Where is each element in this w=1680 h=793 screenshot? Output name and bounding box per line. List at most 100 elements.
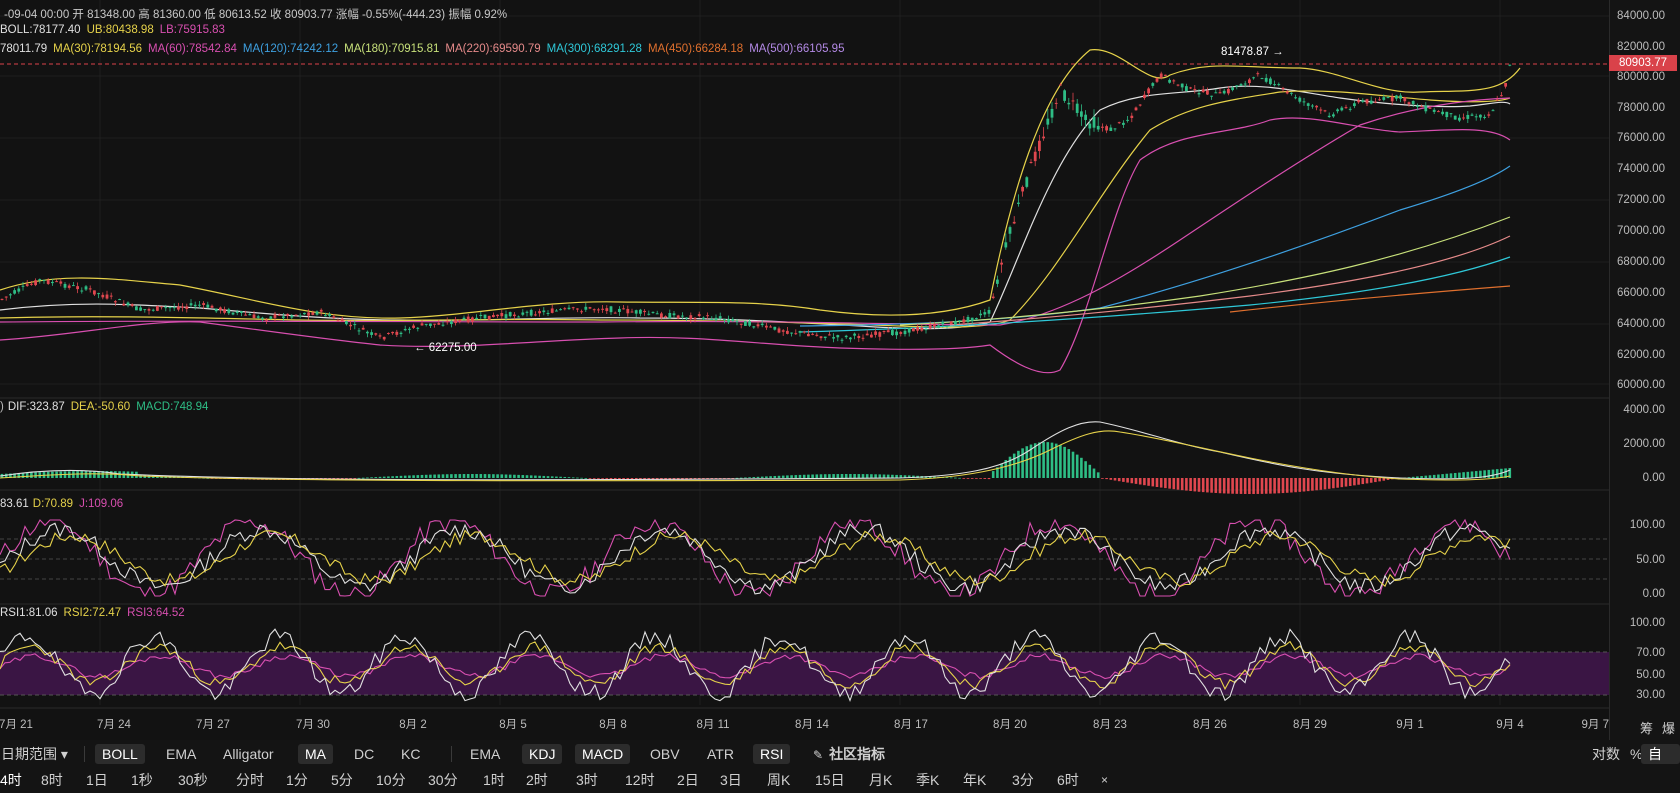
candle-body bbox=[458, 319, 462, 322]
macd-bar bbox=[1378, 478, 1381, 482]
interval-30秒[interactable]: 30秒 bbox=[178, 770, 208, 790]
candle-body bbox=[424, 323, 428, 325]
candle-body bbox=[1227, 88, 1230, 94]
interval-30分[interactable]: 30分 bbox=[428, 770, 458, 790]
interval-3日[interactable]: 3日 bbox=[720, 770, 742, 790]
interval-月K[interactable]: 月K bbox=[869, 770, 892, 790]
auto-scale-toggle[interactable]: 自动 bbox=[1641, 744, 1680, 782]
indicator-ma[interactable]: MA bbox=[298, 744, 333, 764]
ma-legend-item: MA(120):74242.12 bbox=[242, 43, 339, 55]
candle-body bbox=[1378, 99, 1381, 101]
indicator-ema-main[interactable]: EMA bbox=[159, 744, 203, 764]
candle-body bbox=[273, 314, 277, 318]
macd-bar bbox=[500, 474, 504, 478]
candle-body bbox=[1042, 136, 1045, 139]
interval-3分[interactable]: 3分 bbox=[1012, 770, 1034, 790]
interval-1时[interactable]: 1时 bbox=[483, 770, 505, 790]
interval-3时[interactable]: 3时 bbox=[576, 770, 598, 790]
macd-bar bbox=[987, 478, 991, 480]
candle-body bbox=[1176, 84, 1180, 86]
ma-legend-item: MA(180):70915.81 bbox=[344, 43, 440, 55]
indicator-atr[interactable]: ATR bbox=[700, 744, 741, 764]
indicator-dc[interactable]: DC bbox=[347, 744, 381, 764]
candle-body bbox=[1277, 84, 1281, 86]
close-icon[interactable]: × bbox=[1101, 770, 1108, 790]
interval-季K[interactable]: 季K bbox=[916, 770, 939, 790]
macd-bar bbox=[1201, 478, 1205, 493]
axis-tick-label: 82000.00 bbox=[1617, 41, 1665, 53]
indicator-kdj[interactable]: KDJ bbox=[522, 744, 563, 764]
axis-tick-label: 100.00 bbox=[1629, 617, 1665, 629]
indicator-macd[interactable]: MACD bbox=[575, 744, 631, 764]
candle-body bbox=[580, 311, 583, 313]
community-indicators-button[interactable]: ✎ 社区指标 bbox=[806, 744, 892, 764]
indicator-kc[interactable]: KC bbox=[394, 744, 427, 764]
candle-body bbox=[685, 317, 688, 319]
candle-body bbox=[214, 308, 218, 312]
date-range-button[interactable]: 日期范围 ▾ bbox=[0, 744, 75, 764]
interval-6时[interactable]: 6时 bbox=[1057, 770, 1079, 790]
interval-toolbar: 4时 8时 1日 1秒 30秒 分时 1分 5分 10分 30分 1时 2时 3时 12时 2日 3日 周K 15… bbox=[0, 767, 1680, 793]
interval-1秒[interactable]: 1秒 bbox=[131, 770, 153, 790]
macd-bar bbox=[1269, 478, 1272, 494]
candle-body bbox=[328, 314, 331, 316]
macd-bar bbox=[1428, 475, 1432, 478]
macd-bar bbox=[1348, 478, 1352, 486]
candle-body bbox=[378, 335, 382, 337]
price-chart[interactable] bbox=[0, 0, 1609, 710]
macd-bar bbox=[1206, 478, 1209, 493]
indicator-alligator[interactable]: Alligator bbox=[216, 744, 281, 764]
interval-15日[interactable]: 15日 bbox=[815, 770, 845, 790]
candle-body bbox=[1054, 102, 1058, 104]
interval-1日[interactable]: 1日 bbox=[86, 770, 108, 790]
interval-2日[interactable]: 2日 bbox=[677, 770, 699, 790]
candle-body bbox=[1500, 95, 1503, 97]
candle-body bbox=[223, 309, 226, 313]
candle-body bbox=[105, 294, 109, 299]
interval-10分[interactable]: 10分 bbox=[376, 770, 406, 790]
chip-distribution-tab[interactable]: 筹 bbox=[1640, 718, 1653, 737]
macd-bar bbox=[1134, 478, 1138, 484]
macd-bar bbox=[790, 475, 793, 478]
candle-body bbox=[101, 294, 105, 298]
indicator-obv[interactable]: OBV bbox=[643, 744, 687, 764]
indicator-rsi[interactable]: RSI bbox=[753, 744, 791, 764]
x-axis-label: 8月 2 bbox=[399, 719, 427, 731]
candle-body bbox=[172, 307, 176, 309]
candle-body bbox=[227, 309, 231, 314]
candle-body bbox=[403, 328, 407, 331]
interval-1分[interactable]: 1分 bbox=[286, 770, 308, 790]
interval-2时[interactable]: 2时 bbox=[526, 770, 548, 790]
interval-年K[interactable]: 年K bbox=[963, 770, 986, 790]
interval-5分[interactable]: 5分 bbox=[331, 770, 353, 790]
candle-body bbox=[1466, 114, 1470, 119]
interval-12时[interactable]: 12时 bbox=[625, 770, 655, 790]
macd-bar bbox=[1017, 450, 1020, 478]
candle-body bbox=[1033, 151, 1037, 162]
interval-8时[interactable]: 8时 bbox=[41, 770, 63, 790]
macd-bar bbox=[508, 474, 512, 478]
candle-body bbox=[1483, 116, 1486, 118]
candle-body bbox=[962, 319, 966, 323]
candle-body bbox=[706, 315, 709, 317]
macd-bar bbox=[88, 471, 92, 478]
macd-bar bbox=[466, 474, 470, 478]
interval-分时[interactable]: 分时 bbox=[236, 770, 264, 790]
candle-body bbox=[177, 306, 180, 310]
indicator-boll[interactable]: BOLL bbox=[95, 744, 145, 764]
interval-4时[interactable]: 4时 bbox=[0, 770, 22, 790]
macd-bar bbox=[857, 474, 861, 478]
macd-bar bbox=[1151, 478, 1155, 487]
macd-bar bbox=[823, 474, 827, 478]
log-scale-toggle[interactable]: 对数 bbox=[1585, 744, 1627, 764]
macd-bar bbox=[1449, 473, 1453, 478]
indicator-ema-sub[interactable]: EMA bbox=[463, 744, 507, 764]
macd-bar bbox=[1458, 472, 1461, 478]
candle-body bbox=[1449, 113, 1453, 115]
macd-bar bbox=[1315, 478, 1318, 491]
interval-周K[interactable]: 周K bbox=[767, 770, 790, 790]
macd-bar bbox=[1185, 478, 1188, 491]
candle-body bbox=[1508, 64, 1512, 66]
liquidation-tab[interactable]: 爆 bbox=[1662, 718, 1675, 737]
candle-body bbox=[46, 280, 50, 284]
